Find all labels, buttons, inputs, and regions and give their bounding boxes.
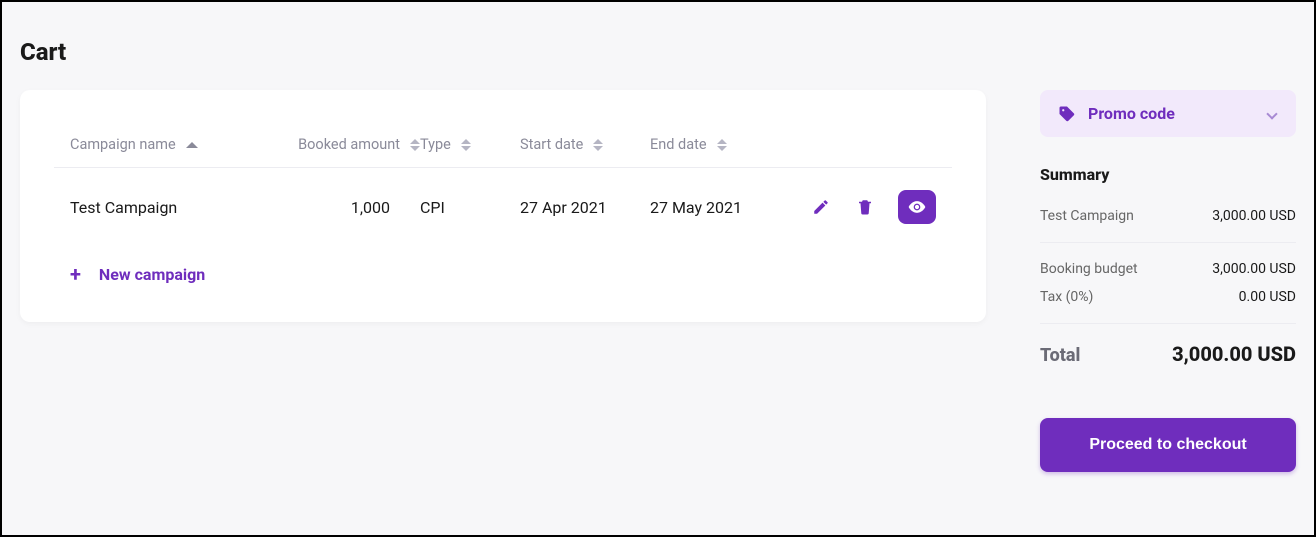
sort-icon: [410, 139, 420, 151]
summary-sidebar: Promo code Summary Test Campaign 3,000.0…: [1040, 90, 1296, 472]
summary-total-label: Total: [1040, 345, 1080, 366]
summary-total-row: Total 3,000.00 USD: [1040, 342, 1296, 366]
summary-total-value: 3,000.00 USD: [1172, 342, 1296, 366]
sort-icon: [461, 139, 471, 151]
cell-start: 27 Apr 2021: [520, 198, 650, 217]
promo-label: Promo code: [1088, 104, 1175, 123]
summary-budget-row: Booking budget 3,000.00 USD: [1040, 261, 1296, 277]
new-campaign-label: New campaign: [99, 265, 205, 284]
eye-icon: [907, 197, 927, 217]
summary-item-label: Test Campaign: [1040, 208, 1134, 224]
col-type[interactable]: Type: [420, 136, 520, 153]
edit-button[interactable]: [810, 196, 832, 218]
summary-title: Summary: [1040, 165, 1296, 184]
plus-icon: +: [70, 264, 81, 284]
col-label: End date: [650, 136, 707, 153]
col-label: Booked amount: [298, 136, 400, 153]
page-title: Cart: [20, 38, 1296, 66]
divider: [1040, 242, 1296, 243]
campaigns-table: Campaign name Booked amount Type Start d…: [54, 120, 952, 284]
col-start-date[interactable]: Start date: [520, 136, 650, 153]
col-label: Type: [420, 136, 451, 153]
table-header: Campaign name Booked amount Type Start d…: [54, 120, 952, 168]
trash-icon: [856, 198, 874, 216]
checkout-button[interactable]: Proceed to checkout: [1040, 418, 1296, 472]
table-row: Test Campaign 1,000 CPI 27 Apr 2021 27 M…: [54, 168, 952, 246]
col-label: Campaign name: [70, 136, 176, 153]
summary-tax-value: 0.00 USD: [1239, 289, 1296, 305]
summary-line-item: Test Campaign 3,000.00 USD: [1040, 208, 1296, 224]
cell-booked: 1,000: [280, 198, 420, 217]
col-label: Start date: [520, 136, 583, 153]
cell-end: 27 May 2021: [650, 198, 780, 217]
chevron-down-icon: [1266, 108, 1277, 119]
col-booked-amount[interactable]: Booked amount: [280, 136, 420, 153]
summary-tax-label: Tax (0%): [1040, 289, 1093, 305]
divider: [1040, 323, 1296, 324]
sort-asc-icon: [186, 142, 198, 148]
summary-budget-label: Booking budget: [1040, 261, 1138, 277]
new-campaign-button[interactable]: + New campaign: [54, 246, 952, 284]
pencil-icon: [812, 198, 830, 216]
summary-tax-row: Tax (0%) 0.00 USD: [1040, 289, 1296, 305]
sort-icon: [593, 139, 603, 151]
summary-budget-value: 3,000.00 USD: [1212, 261, 1296, 277]
tag-icon: [1058, 105, 1076, 123]
campaigns-card: Campaign name Booked amount Type Start d…: [20, 90, 986, 322]
promo-code-toggle[interactable]: Promo code: [1040, 90, 1296, 137]
delete-button[interactable]: [854, 196, 876, 218]
row-actions: [780, 190, 936, 224]
sort-icon: [717, 139, 727, 151]
cell-type: CPI: [420, 198, 520, 217]
col-end-date[interactable]: End date: [650, 136, 780, 153]
cell-name: Test Campaign: [70, 198, 280, 217]
view-button[interactable]: [898, 190, 936, 224]
col-campaign-name[interactable]: Campaign name: [70, 136, 280, 153]
summary-item-value: 3,000.00 USD: [1212, 208, 1296, 224]
